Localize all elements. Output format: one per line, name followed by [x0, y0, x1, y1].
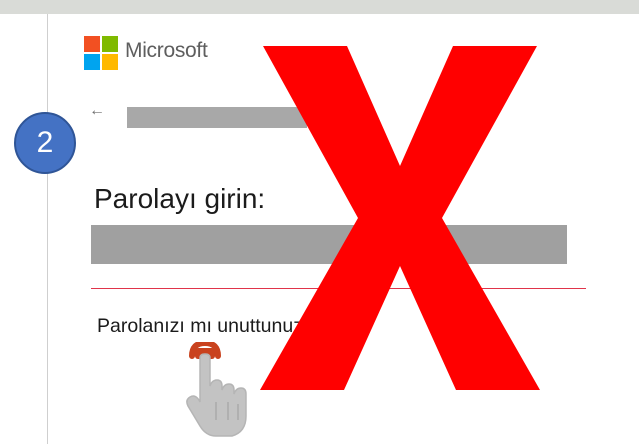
- page-title: Parolayı girin:: [94, 183, 266, 214]
- forgot-password-link[interactable]: Parolanızı mı unuttunuz?: [97, 315, 314, 338]
- hand-pointer-icon: [186, 342, 247, 437]
- microsoft-brand-name: Microsoft: [125, 39, 208, 62]
- redacted-email-address: [127, 107, 307, 128]
- password-field-underline: [91, 288, 586, 289]
- step-number-badge: 2: [14, 112, 76, 174]
- microsoft-logo-icon: [84, 36, 118, 70]
- password-field[interactable]: [91, 225, 567, 264]
- window-top-bar: [0, 0, 639, 14]
- back-arrow-icon[interactable]: ←: [89, 102, 105, 120]
